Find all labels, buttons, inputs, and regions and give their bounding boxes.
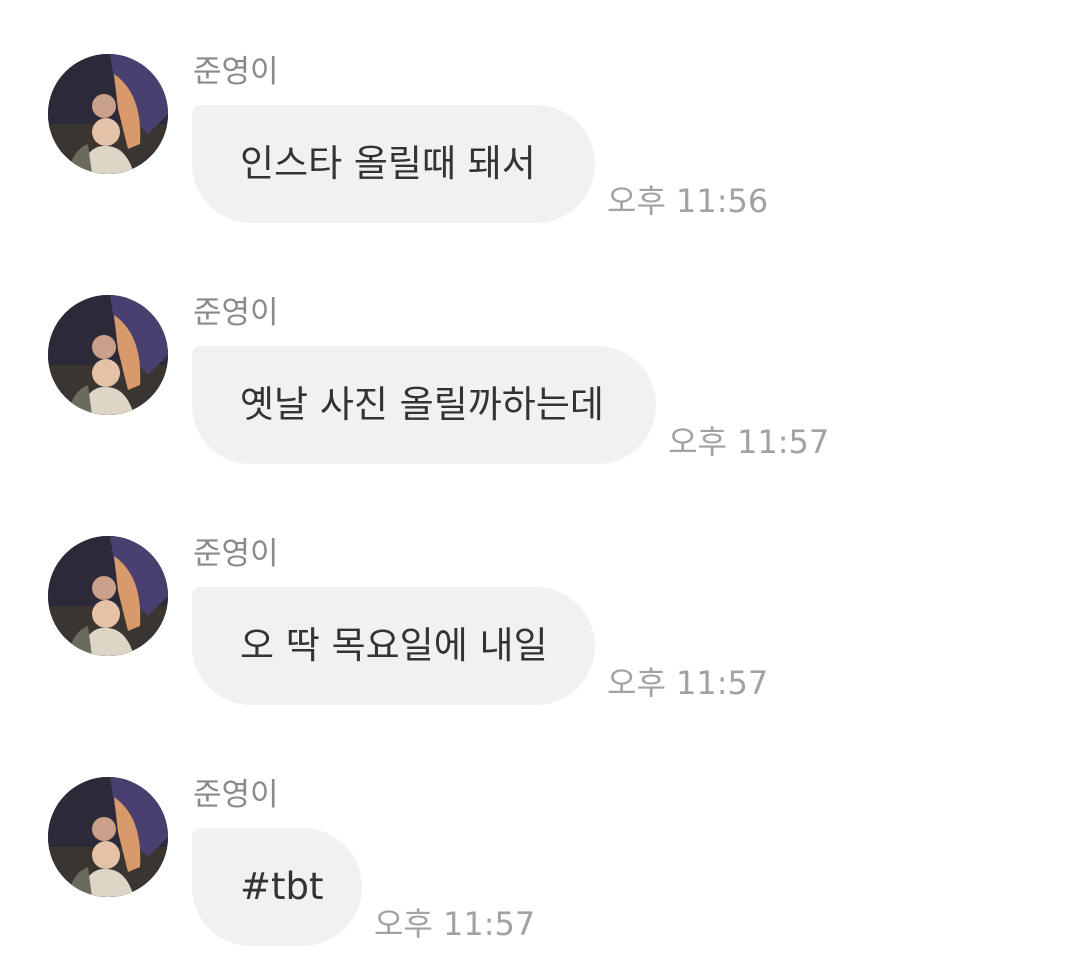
profile-photo-icon [48, 777, 168, 897]
message-text: 오 딱 목요일에 내일 [240, 624, 548, 667]
message-bubble[interactable]: 오 딱 목요일에 내일 [192, 587, 595, 705]
sender-name: 준영이 [193, 54, 279, 90]
avatar[interactable] [48, 536, 168, 656]
message-text: 옛날 사진 올릴까하는데 [240, 383, 604, 426]
message-time: 오후 11:57 [374, 905, 536, 943]
chat-message: 준영이 옛날 사진 올릴까하는데 오후 11:57 [0, 241, 1080, 464]
message-time: 오후 11:57 [668, 423, 830, 461]
chat-message: 준영이 #tbt 오후 11:57 [0, 723, 1080, 946]
profile-photo-icon [48, 54, 168, 174]
message-time: 오후 11:56 [607, 182, 769, 220]
message-time: 오후 11:57 [607, 664, 769, 702]
message-bubble[interactable]: #tbt [192, 828, 362, 946]
avatar[interactable] [48, 54, 168, 174]
message-bubble[interactable]: 인스타 올릴때 돼서 [192, 105, 595, 223]
message-text: #tbt [240, 865, 324, 908]
sender-name: 준영이 [193, 295, 279, 331]
sender-name: 준영이 [193, 777, 279, 813]
avatar[interactable] [48, 777, 168, 897]
chat-thread[interactable]: 준영이 인스타 올릴때 돼서 오후 11:56 준영이 옛날 사진 올릴까하는데… [0, 0, 1080, 969]
sender-name: 준영이 [193, 536, 279, 572]
chat-message: 준영이 인스타 올릴때 돼서 오후 11:56 [0, 0, 1080, 223]
profile-photo-icon [48, 536, 168, 656]
message-text: 인스타 올릴때 돼서 [240, 142, 536, 185]
chat-message: 준영이 오 딱 목요일에 내일 오후 11:57 [0, 482, 1080, 705]
profile-photo-icon [48, 295, 168, 415]
message-bubble[interactable]: 옛날 사진 올릴까하는데 [192, 346, 656, 464]
avatar[interactable] [48, 295, 168, 415]
